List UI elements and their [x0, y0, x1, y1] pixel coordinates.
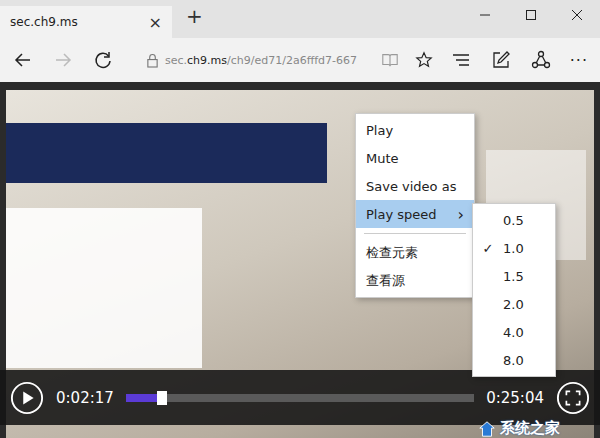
- tab-title: sec.ch9.ms: [10, 15, 78, 29]
- video-player[interactable]: 0:02:170:25:04系统之家PlayMuteSave video asP…: [0, 90, 600, 438]
- context-menu-item[interactable]: Play speed ›: [356, 200, 474, 228]
- play-icon[interactable]: [10, 381, 44, 415]
- menu-item-label: Play speed: [366, 207, 437, 222]
- browser-tab[interactable]: sec.ch9.ms ×: [0, 6, 172, 38]
- speed-option[interactable]: ✓1.0: [473, 234, 555, 262]
- seek-fill: [126, 394, 157, 402]
- speed-label: 2.0: [503, 297, 524, 312]
- watermark-logo-icon: [478, 420, 496, 438]
- window-controls: [462, 0, 600, 30]
- speed-option[interactable]: 1.5: [473, 262, 555, 290]
- forward-arrow-icon[interactable]: [46, 50, 80, 70]
- back-arrow-icon[interactable]: [6, 50, 40, 70]
- menu-item-label: 查看源: [366, 272, 405, 290]
- speed-option[interactable]: 4.0: [473, 318, 555, 346]
- tab-close-button[interactable]: ×: [149, 13, 162, 32]
- page-header-strip: [0, 82, 600, 90]
- menu-item-label: Play: [366, 123, 393, 138]
- maximize-icon[interactable]: [508, 9, 554, 21]
- new-tab-button[interactable]: +: [172, 4, 217, 34]
- submenu-arrow: ›: [458, 205, 464, 224]
- context-menu-item[interactable]: Play: [356, 116, 474, 144]
- seek-bar[interactable]: [126, 394, 474, 402]
- star-icon[interactable]: [410, 51, 438, 69]
- address-field[interactable]: sec.ch9.ms/ch9/ed71/2a6fffd7-667: [126, 51, 438, 69]
- current-time: 0:02:17: [56, 389, 114, 407]
- watermark: 系统之家: [478, 419, 560, 438]
- speed-label: 8.0: [503, 353, 524, 368]
- speed-option[interactable]: 8.0: [473, 346, 555, 374]
- watermark-text: 系统之家: [500, 419, 560, 438]
- web-note-icon[interactable]: [484, 50, 518, 70]
- speed-label: 1.0: [503, 241, 524, 256]
- lock-icon: [146, 53, 159, 68]
- fullscreen-icon[interactable]: [556, 381, 590, 415]
- context-menu-item[interactable]: 查看源: [356, 267, 474, 295]
- minimize-icon[interactable]: [462, 9, 508, 21]
- speed-submenu: 0.5✓1.01.52.04.08.0: [472, 203, 556, 377]
- hub-icon[interactable]: [444, 50, 478, 70]
- context-menu-item[interactable]: Save video as: [356, 172, 474, 200]
- more-button[interactable]: ···: [564, 51, 594, 70]
- browser-window: sec.ch9.ms × + sec.ch9.ms/ch9/ed71/2a6fffd7…: [0, 0, 600, 438]
- share-icon[interactable]: [524, 50, 558, 70]
- duration: 0:25:04: [486, 389, 544, 407]
- speed-label: 4.0: [503, 325, 524, 340]
- context-menu: Play Mute Save video as Play speed › 检查元素查看源: [355, 113, 475, 298]
- toolbar: sec.ch9.ms/ch9/ed71/2a6fffd7-667 ···: [0, 38, 600, 82]
- title-bar: sec.ch9.ms × +: [0, 0, 600, 38]
- video-controls: 0:02:17 0:25:04: [0, 370, 600, 425]
- speed-option[interactable]: 0.5: [473, 206, 555, 234]
- refresh-icon[interactable]: [86, 50, 120, 70]
- speed-option[interactable]: 2.0: [473, 290, 555, 318]
- context-menu-item[interactable]: 检查元素: [356, 239, 474, 267]
- url-text: sec.ch9.ms/ch9/ed71/2a6fffd7-667: [165, 54, 370, 67]
- close-icon[interactable]: [554, 9, 600, 21]
- speed-label: 0.5: [503, 213, 524, 228]
- menu-item-label: 检查元素: [366, 244, 418, 262]
- menu-separator: [364, 233, 466, 234]
- check-mark: ✓: [473, 241, 503, 256]
- menu-item-label: Save video as: [366, 179, 456, 194]
- seek-thumb[interactable]: [157, 391, 167, 405]
- context-menu-item[interactable]: Mute: [356, 144, 474, 172]
- reading-view-icon[interactable]: [376, 51, 404, 69]
- speed-label: 1.5: [503, 269, 524, 284]
- menu-item-label: Mute: [366, 151, 399, 166]
